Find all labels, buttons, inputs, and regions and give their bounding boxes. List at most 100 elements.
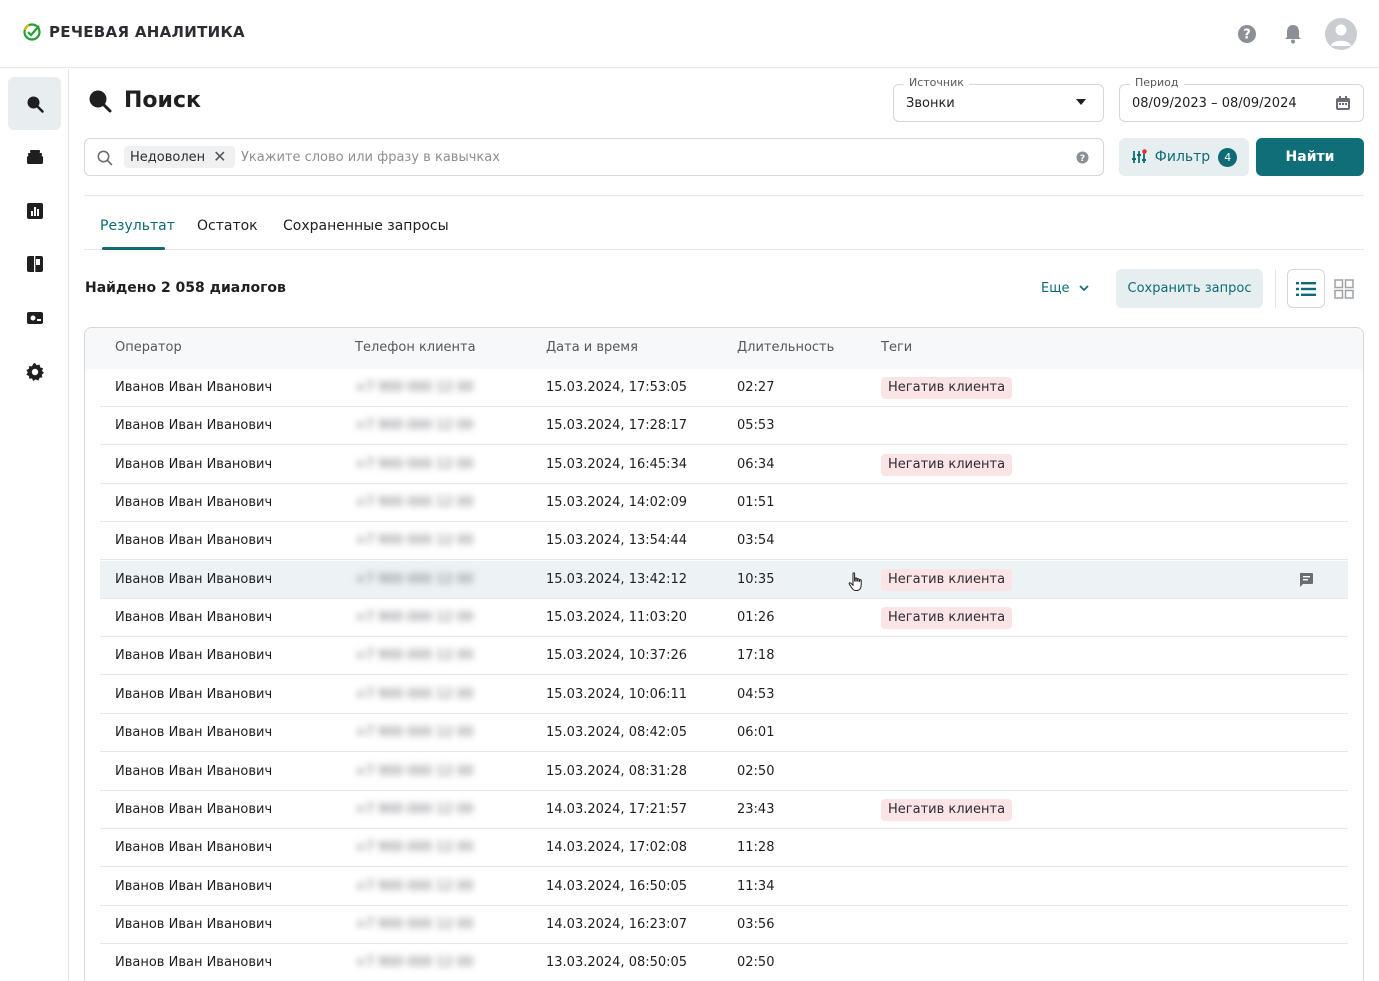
table-row[interactable]: Иванов Иван Иванович +7 900 000 12 00 15.0…: [100, 676, 1348, 714]
calendar-icon[interactable]: [1335, 95, 1351, 111]
page-title: Поиск: [88, 88, 201, 113]
card-icon: [26, 311, 43, 324]
table-row[interactable]: Иванов Иван Иванович +7 900 000 12 00 14.0…: [100, 906, 1348, 944]
table-row[interactable]: Иванов Иван Иванович +7 900 000 12 00 15.0…: [100, 753, 1348, 791]
help-icon[interactable]: ?: [1233, 18, 1261, 50]
duration-cell: 02:50: [737, 955, 775, 971]
operator-cell: Иванов Иван Иванович: [115, 840, 273, 856]
nav-search[interactable]: [8, 77, 61, 130]
page-title-text: Поиск: [124, 88, 201, 113]
table-row[interactable]: Иванов Иван Иванович +7 900 000 12 00 15.0…: [100, 599, 1348, 638]
nav-cards[interactable]: [8, 291, 61, 344]
nav-settings[interactable]: [8, 345, 61, 398]
table-row[interactable]: Иванов Иван Иванович +7 900 000 12 00 15.0…: [100, 446, 1348, 484]
phone-cell: +7 900 000 12 00: [355, 495, 474, 511]
period-picker[interactable]: Период 08/09/2023 – 08/09/2024: [1119, 76, 1364, 122]
tab-saved-queries[interactable]: Сохраненные запросы: [283, 218, 449, 234]
table-row[interactable]: Иванов Иван Иванович +7 900 000 12 00 15.0…: [100, 714, 1348, 753]
column-header-operator[interactable]: Оператор: [115, 340, 182, 355]
duration-cell: 01:51: [737, 495, 775, 511]
source-select[interactable]: Источник Звонки: [893, 76, 1104, 122]
duration-cell: 17:18: [737, 648, 775, 664]
list-view-button[interactable]: [1287, 269, 1325, 308]
operator-cell: Иванов Иван Иванович: [115, 533, 273, 549]
top-bar: РЕЧЕВАЯ АНАЛИТИКА ?: [0, 0, 1379, 68]
column-header-duration[interactable]: Длительность: [737, 340, 834, 355]
duration-cell: 10:35: [737, 571, 775, 587]
table-row[interactable]: Иванов Иван Иванович +7 900 000 12 00 15.0…: [100, 484, 1348, 523]
operator-cell: Иванов Иван Иванович: [115, 686, 273, 702]
more-dropdown[interactable]: Еще: [1041, 281, 1090, 296]
view-toggle: [1287, 269, 1364, 308]
find-button[interactable]: Найти: [1256, 138, 1364, 176]
table-row[interactable]: Иванов Иван Иванович +7 900 000 12 00 13.0…: [100, 944, 1348, 981]
nav-dictionaries[interactable]: [8, 237, 61, 290]
tag-badge: Негатив клиента: [881, 377, 1013, 399]
duration-cell: 11:28: [737, 840, 775, 856]
table-row[interactable]: Иванов Иван Иванович +7 900 000 12 00 14.0…: [100, 791, 1348, 829]
table-row[interactable]: Иванов Иван Иванович +7 900 000 12 00 15.0…: [100, 522, 1348, 561]
avatar[interactable]: [1325, 18, 1357, 50]
table-row[interactable]: Иванов Иван Иванович +7 900 000 12 00 15.0…: [100, 560, 1348, 599]
operator-cell: Иванов Иван Иванович: [115, 648, 273, 664]
operator-cell: Иванов Иван Иванович: [115, 916, 273, 932]
column-header-tags[interactable]: Теги: [881, 340, 912, 355]
search-icon: [89, 90, 112, 112]
nav-reports[interactable]: [8, 184, 61, 237]
duration-cell: 03:54: [737, 533, 775, 549]
comment-icon[interactable]: [1298, 572, 1314, 588]
help-icon[interactable]: ?: [1076, 151, 1089, 164]
tag-badge: Негатив клиента: [881, 607, 1013, 630]
app-logo[interactable]: РЕЧЕВАЯ АНАЛИТИКА: [23, 23, 245, 41]
table-row[interactable]: Иванов Иван Иванович +7 900 000 12 00 15.0…: [100, 407, 1348, 446]
column-header-phone[interactable]: Телефон клиента: [355, 340, 476, 355]
operator-cell: Иванов Иван Иванович: [115, 725, 273, 741]
grid-view-button[interactable]: [1325, 269, 1363, 308]
operator-cell: Иванов Иван Иванович: [115, 878, 273, 894]
phone-cell: +7 900 000 12 00: [355, 916, 474, 932]
search-chip[interactable]: Недоволен ✕: [124, 146, 235, 168]
duration-cell: 01:26: [737, 610, 775, 626]
nav-folders[interactable]: [8, 130, 61, 183]
search-input[interactable]: Укажите слово или фразу в кавычках: [241, 150, 500, 165]
operator-cell: Иванов Иван Иванович: [115, 763, 273, 779]
book-icon: [26, 255, 43, 272]
save-query-button[interactable]: Сохранить запрос: [1116, 269, 1263, 308]
table-header: Оператор Телефон клиента Дата и время Дл…: [85, 328, 1363, 369]
duration-cell: 02:50: [737, 763, 775, 779]
period-value: 08/09/2023 – 08/09/2024: [1132, 96, 1297, 111]
divider: [84, 195, 1364, 196]
datetime-cell: 15.03.2024, 10:06:11: [546, 686, 688, 702]
tag-badge: Негатив клиента: [881, 453, 1013, 476]
operator-cell: Иванов Иван Иванович: [115, 418, 273, 434]
tab-result[interactable]: Результат: [100, 218, 175, 234]
phone-cell: +7 900 000 12 00: [355, 571, 474, 587]
operator-cell: Иванов Иван Иванович: [115, 380, 273, 395]
search-icon: [97, 150, 113, 166]
duration-cell: 04:53: [737, 686, 775, 702]
duration-cell: 02:27: [737, 380, 775, 395]
source-value: Звонки: [906, 96, 955, 111]
filter-label: Фильтр: [1154, 149, 1211, 165]
bell-icon[interactable]: [1279, 18, 1307, 50]
table-row[interactable]: Иванов Иван Иванович +7 900 000 12 00 15.0…: [100, 637, 1348, 676]
datetime-cell: 14.03.2024, 17:21:57: [546, 801, 688, 817]
phone-cell: +7 900 000 12 00: [355, 380, 474, 395]
results-count: Найдено 2 058 диалогов: [85, 280, 286, 296]
datetime-cell: 15.03.2024, 08:42:05: [546, 725, 688, 741]
phone-cell: +7 900 000 12 00: [355, 533, 474, 549]
close-icon[interactable]: ✕: [213, 149, 226, 165]
filter-button[interactable]: Фильтр 4: [1119, 138, 1249, 176]
table-row[interactable]: Иванов Иван Иванович +7 900 000 12 00 15.0…: [100, 369, 1348, 407]
operator-cell: Иванов Иван Иванович: [115, 456, 273, 472]
table-row[interactable]: Иванов Иван Иванович +7 900 000 12 00 14.0…: [100, 829, 1348, 868]
more-label: Еще: [1041, 281, 1070, 296]
tab-remainder[interactable]: Остаток: [197, 218, 258, 234]
period-label: Период: [1130, 76, 1184, 89]
svg-text:?: ?: [1243, 28, 1251, 43]
datetime-cell: 14.03.2024, 16:50:05: [546, 878, 688, 894]
datetime-cell: 15.03.2024, 11:03:20: [546, 610, 688, 626]
table-row[interactable]: Иванов Иван Иванович +7 900 000 12 00 14.0…: [100, 868, 1348, 906]
column-header-datetime[interactable]: Дата и время: [546, 340, 638, 355]
search-bar[interactable]: Недоволен ✕ Укажите слово или фразу в ка…: [84, 138, 1104, 176]
